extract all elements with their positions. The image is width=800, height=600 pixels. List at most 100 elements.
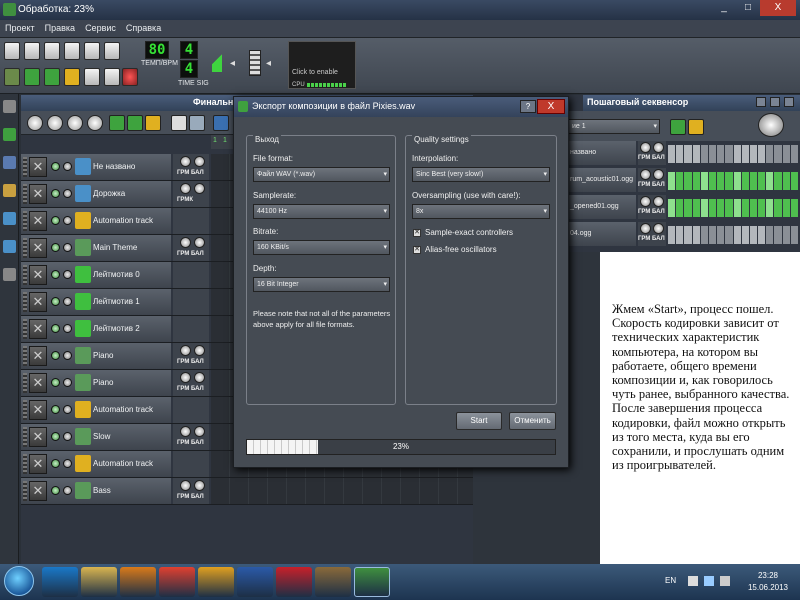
step-button[interactable]: [766, 172, 774, 190]
track-grip[interactable]: [23, 481, 27, 501]
step-button[interactable]: [725, 145, 733, 163]
track-actions-icon[interactable]: ✕: [29, 346, 47, 366]
help-button[interactable]: ?: [520, 100, 536, 113]
new-project-icon[interactable]: [4, 42, 20, 60]
alias-free-checkbox[interactable]: ✕: [413, 246, 421, 254]
track-grip[interactable]: [23, 265, 27, 285]
film-icon[interactable]: [315, 567, 351, 597]
samples-browser-icon[interactable]: [3, 184, 16, 197]
step-button[interactable]: [749, 226, 758, 244]
volume-knob[interactable]: [640, 196, 651, 207]
step-button[interactable]: [708, 226, 717, 244]
file-format-select[interactable]: Файл WAV (*.wav) ▾: [253, 167, 390, 182]
step-button[interactable]: [717, 199, 725, 217]
pan-knob[interactable]: [194, 372, 205, 383]
step-button[interactable]: [741, 172, 749, 190]
open-project-icon[interactable]: [44, 42, 60, 60]
solo-led[interactable]: [63, 162, 72, 171]
track-grip[interactable]: [23, 427, 27, 447]
pan-knob[interactable]: [653, 223, 664, 234]
volume-knob[interactable]: [180, 372, 191, 383]
step-button[interactable]: [782, 172, 790, 190]
step-button[interactable]: [676, 145, 684, 163]
step-button[interactable]: [782, 145, 790, 163]
step-button[interactable]: [668, 226, 676, 244]
step-button[interactable]: [692, 199, 700, 217]
mute-led[interactable]: [51, 216, 60, 225]
step-button[interactable]: [692, 145, 700, 163]
step-button[interactable]: [758, 172, 766, 190]
pan-knob[interactable]: [194, 183, 205, 194]
solo-led[interactable]: [63, 216, 72, 225]
mute-led[interactable]: [51, 378, 60, 387]
step-button[interactable]: [700, 172, 708, 190]
mute-led[interactable]: [51, 189, 60, 198]
track-name[interactable]: Automation track: [93, 405, 153, 414]
add-pattern-icon[interactable]: [670, 119, 686, 135]
track-actions-icon[interactable]: ✕: [29, 292, 47, 312]
step-button[interactable]: [733, 145, 741, 163]
mute-led[interactable]: [51, 432, 60, 441]
sample-exact-checkbox[interactable]: ✕: [413, 229, 421, 237]
root-folder-icon[interactable]: [3, 268, 16, 281]
bitrate-select[interactable]: 160 KBit/s ▾: [253, 240, 390, 255]
projects-browser-icon[interactable]: [3, 156, 16, 169]
step-button[interactable]: [684, 172, 692, 190]
cancel-button[interactable]: Отменить: [509, 412, 556, 430]
media-player-icon[interactable]: [120, 567, 156, 597]
add-sample-track-icon[interactable]: [127, 115, 143, 131]
add-automation-icon[interactable]: [688, 119, 704, 135]
recent-projects-icon[interactable]: [64, 42, 80, 60]
oversampling-select[interactable]: 8x ▾: [412, 204, 550, 219]
close-dialog-button[interactable]: X: [537, 99, 565, 114]
step-button[interactable]: [717, 226, 725, 244]
solo-led[interactable]: [63, 432, 72, 441]
track-name[interactable]: Automation track: [93, 459, 153, 468]
step-button[interactable]: [774, 199, 782, 217]
step-button[interactable]: [758, 226, 766, 244]
close-window-button[interactable]: X: [760, 0, 796, 16]
step-button[interactable]: [782, 226, 790, 244]
track-name[interactable]: Лейтмотив 2: [93, 324, 140, 333]
solo-led[interactable]: [63, 405, 72, 414]
track-actions-icon[interactable]: ✕: [29, 400, 47, 420]
track-actions-icon[interactable]: ✕: [29, 157, 47, 177]
track-name[interactable]: Main Theme: [93, 243, 137, 252]
instrument-plugins-icon[interactable]: [3, 128, 16, 141]
step-button[interactable]: [692, 172, 700, 190]
start-button[interactable]: [4, 566, 34, 596]
step-button[interactable]: [790, 145, 798, 163]
track-name[interactable]: Дорожка: [93, 189, 125, 198]
depth-select[interactable]: 16 Bit Integer ▾: [253, 277, 390, 292]
paint-icon[interactable]: [276, 567, 312, 597]
track-name[interactable]: Лейтмотив 0: [93, 270, 140, 279]
step-button[interactable]: [766, 145, 774, 163]
step-button[interactable]: [774, 226, 782, 244]
mute-led[interactable]: [51, 351, 60, 360]
project-notes-icon[interactable]: [104, 68, 120, 86]
step-button[interactable]: [684, 145, 692, 163]
pan-knob[interactable]: [194, 237, 205, 248]
network-icon[interactable]: [704, 576, 714, 586]
controller-rack-icon[interactable]: [122, 68, 138, 86]
step-button[interactable]: [782, 199, 790, 217]
new-from-template-icon[interactable]: [24, 42, 40, 60]
step-button[interactable]: [733, 199, 741, 217]
tempo-display[interactable]: 80: [145, 41, 169, 59]
track-lane[interactable]: [211, 478, 473, 504]
home-folder-icon[interactable]: [3, 240, 16, 253]
step-button[interactable]: [700, 199, 708, 217]
instrument-name[interactable]: названо: [568, 141, 636, 165]
volume-knob[interactable]: [180, 480, 191, 491]
language-indicator[interactable]: EN: [665, 576, 676, 585]
track-grip[interactable]: [23, 157, 27, 177]
step-button[interactable]: [676, 172, 684, 190]
solo-led[interactable]: [63, 486, 72, 495]
track-name[interactable]: Лейтмотив 1: [93, 297, 140, 306]
step-button[interactable]: [717, 172, 725, 190]
step-button[interactable]: [733, 226, 741, 244]
step-button[interactable]: [684, 199, 692, 217]
track-name[interactable]: Piano: [93, 351, 113, 360]
seq-close-icon[interactable]: [784, 97, 794, 107]
track-actions-icon[interactable]: ✕: [29, 265, 47, 285]
